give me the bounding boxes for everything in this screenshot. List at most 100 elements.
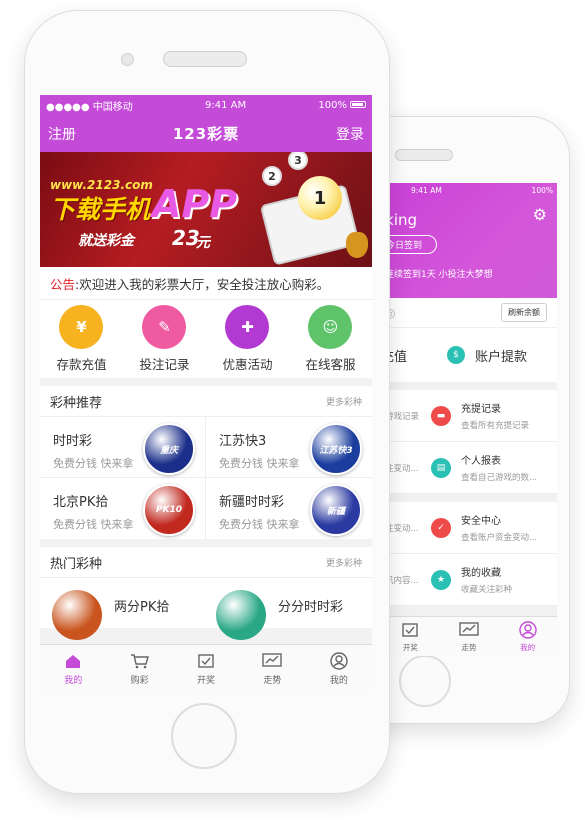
quick-actions: ¥ 存款充值 ✎ 投注记录 ✚ 优惠活动 ☺ 在线客服 xyxy=(40,300,372,378)
hot-lottery-logo-icon xyxy=(52,590,102,640)
tab-item[interactable]: 开奖 xyxy=(173,645,239,692)
menu-item-subtitle: 查看自己游戏的数... xyxy=(461,473,538,483)
menu-item-title: 充提记录 xyxy=(461,404,501,415)
back-status-battery: 100% xyxy=(531,185,553,195)
lottery-logo-icon: 新疆 xyxy=(310,484,362,536)
menu-item-subtitle: 查看所有充提记录 xyxy=(461,421,530,431)
nav-bar: 注册 123彩票 登录 xyxy=(40,115,372,152)
trend-chart-icon xyxy=(459,621,479,639)
banner-send-text: 就送彩金 xyxy=(78,233,134,249)
quick-action-item[interactable]: ✚ 优惠活动 xyxy=(222,305,273,373)
lottery-ball-icon: 3 xyxy=(288,152,308,170)
quick-action-item[interactable]: ¥ 存款充值 xyxy=(56,305,107,373)
hot-lottery-item[interactable]: 分分时时彩 xyxy=(216,590,343,640)
recommend-grid: 时时彩 免费分钱 快来拿 重庆 江苏快3 免费分钱 快来拿 江苏快3 北京PK拾 免费分钱 快… xyxy=(40,417,372,539)
battery-icon xyxy=(349,101,366,108)
back-home-button[interactable] xyxy=(399,655,451,707)
front-tab-bar: 我的 购彩 开奖 走势 我的 xyxy=(40,644,372,692)
app-title: 123彩票 xyxy=(172,125,240,143)
money-bag-icon xyxy=(346,232,368,258)
account-menu-item[interactable]: 注变动... ▤ 个人报表 查看自己游戏的数... xyxy=(381,442,557,494)
back-status-bar: 9:41 AM 100% xyxy=(381,183,557,197)
lottery-logo-icon: PK10 xyxy=(143,484,195,536)
tab-item[interactable]: 走势 xyxy=(440,617,499,656)
withdraw-group[interactable]: $ 账户提款 xyxy=(447,346,527,365)
status-bar: ●●●●● 中国移动 9:41 AM 100% xyxy=(40,95,372,115)
lottery-card[interactable]: 江苏快3 免费分钱 快来拿 江苏快3 xyxy=(206,417,372,478)
lottery-card[interactable]: 北京PK拾 免费分钱 快来拿 PK10 xyxy=(40,478,206,539)
lottery-card[interactable]: 时时彩 免费分钱 快来拿 重庆 xyxy=(40,417,206,478)
hot-header: 热门彩种 更多彩种 xyxy=(40,547,372,578)
tab-label: 购彩 xyxy=(130,675,149,686)
sign-in-tagline: 连续签到1天 小投注大梦想 xyxy=(385,270,493,280)
gift-icon: ✚ xyxy=(225,305,270,349)
withdraw-label: 账户提款 xyxy=(475,349,528,365)
tab-label: 我的 xyxy=(64,675,83,686)
announcement-bar[interactable]: 公告 :欢迎进入我的彩票大厅，安全投注放心购彩。 xyxy=(40,267,372,300)
tab-label: 开奖 xyxy=(402,642,418,652)
lottery-logo-icon: 重庆 xyxy=(143,423,195,475)
back-status-time: 9:41 AM xyxy=(411,185,442,195)
quick-action-item[interactable]: ✎ 投注记录 xyxy=(139,305,190,373)
register-link[interactable]: 注册 xyxy=(48,124,76,144)
back-screen: 9:41 AM 100% lking 今日签到 连续签到1天 小投注大梦想 ⚙ … xyxy=(381,183,557,656)
lottery-logo-icon: 江苏快3 xyxy=(310,423,362,475)
gear-icon[interactable]: ⚙ xyxy=(533,205,547,224)
menu-item-subtitle: 查看账户资金变动... xyxy=(461,533,538,543)
front-home-button[interactable] xyxy=(171,703,237,769)
tab-item[interactable]: 我的 xyxy=(306,645,372,692)
lottery-ball-icon: 1 xyxy=(298,176,342,220)
tab-label: 开奖 xyxy=(197,675,216,686)
announcement-label: 公告 xyxy=(50,276,76,292)
hot-more-link[interactable]: 更多彩种 xyxy=(326,556,362,569)
money-bag-icon: $ xyxy=(447,346,465,364)
star-icon: ★ xyxy=(431,569,451,590)
recommend-more-link[interactable]: 更多彩种 xyxy=(326,395,362,408)
quick-action-item[interactable]: ☺ 在线客服 xyxy=(305,305,356,373)
account-menu-item[interactable]: 注变动... ✓ 安全中心 查看账户资金变动... xyxy=(381,502,557,554)
lottery-ball-icon: 2 xyxy=(262,166,282,186)
report-icon: ▤ xyxy=(431,457,451,478)
refresh-balance-button[interactable]: 刷新余额 xyxy=(501,303,547,322)
tab-label: 我的 xyxy=(520,642,536,652)
battery: 100% xyxy=(318,100,366,111)
hot-lottery-name: 两分PK拾 xyxy=(114,600,170,615)
hot-lottery-logo-icon xyxy=(216,590,266,640)
login-link[interactable]: 登录 xyxy=(336,124,364,144)
hot-lottery-row: 两分PK拾 分分时时彩 xyxy=(40,578,372,640)
menu-item-text: 充提记录查看所有充提记录 xyxy=(461,400,529,431)
tab-item[interactable]: 我的 xyxy=(40,645,106,692)
menu-item-text: 我的收藏 收藏关注彩种 xyxy=(461,564,512,595)
tab-item[interactable]: 购彩 xyxy=(106,645,172,692)
home-icon xyxy=(63,652,83,670)
tab-item[interactable]: 走势 xyxy=(239,645,305,692)
customer-service-icon: ☺ xyxy=(308,305,353,349)
quick-action-label: 存款充值 xyxy=(56,357,107,372)
trend-chart-icon xyxy=(262,652,283,670)
menu-item-text: 个人报表查看自己游戏的数... xyxy=(461,452,537,483)
recommend-header: 彩种推荐 更多彩种 xyxy=(40,386,372,417)
banner-unit: 元 xyxy=(196,235,210,251)
cart-icon xyxy=(130,652,150,670)
menu-item-title: 安全中心 xyxy=(461,516,501,527)
front-camera xyxy=(121,53,134,66)
banner-app-text: APP xyxy=(152,182,238,226)
front-screen: ●●●●● 中国移动 9:41 AM 100% 注册 123彩票 登录 www.… xyxy=(40,95,372,692)
lottery-card[interactable]: 新疆时时彩 免费分钱 快来拿 新疆 xyxy=(206,478,372,539)
status-time: 9:41 AM xyxy=(205,99,247,111)
back-speaker xyxy=(395,149,453,161)
hot-lottery-item[interactable]: 两分PK拾 xyxy=(52,590,169,640)
recharge-record-icon: ▬ xyxy=(431,405,451,426)
tab-label: 走势 xyxy=(461,642,477,652)
balance-card: ◎ 刷新余额 充值 $ 账户提款 xyxy=(381,298,557,382)
tab-item[interactable]: 我的 xyxy=(498,617,557,656)
account-menu-item[interactable]: 讯内容... ★ 我的收藏 收藏关注彩种 xyxy=(381,554,557,606)
profile-header: 9:41 AM 100% lking 今日签到 连续签到1天 小投注大梦想 ⚙ xyxy=(381,183,557,298)
draw-result-icon xyxy=(196,652,216,670)
menu-item-title: 个人报表 xyxy=(461,456,501,467)
shield-icon: ✓ xyxy=(431,517,451,538)
promo-banner[interactable]: www.2123.com 下载手机 APP 就送彩金 23 元 1 2 3 xyxy=(40,152,372,267)
tab-label: 走势 xyxy=(263,675,282,686)
account-menu-item[interactable]: 游戏记录 ▬ 充提记录 查看所有充提记录 xyxy=(381,390,557,442)
menu-item-subtitle: 收藏关注彩种 xyxy=(461,585,513,595)
